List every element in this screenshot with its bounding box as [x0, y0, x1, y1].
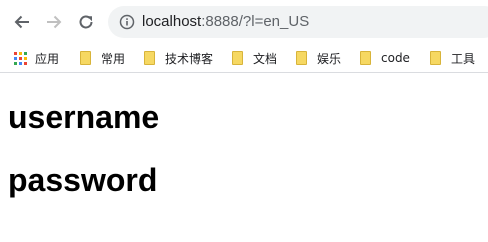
- bookmark-label: code: [381, 51, 410, 65]
- password-heading: password: [8, 162, 158, 198]
- address-bar[interactable]: localhost:8888/?l=en_US: [108, 6, 488, 38]
- url-host: localhost: [142, 13, 202, 30]
- url-text[interactable]: localhost:8888/?l=en_US: [142, 12, 309, 32]
- bookmark-folder-code[interactable]: code: [360, 48, 410, 68]
- bookmark-label: 娱乐: [317, 51, 342, 66]
- bookmark-label: 文档: [253, 51, 278, 66]
- back-arrow-icon: [14, 15, 29, 29]
- folder-icon: [144, 51, 155, 65]
- reload-icon: [79, 15, 93, 29]
- folder-icon: [360, 51, 371, 65]
- forward-arrow-icon: [47, 15, 62, 29]
- browser-chrome: localhost:8888/?l=en_US 应用 常用 技术博客 文档 娱乐: [0, 0, 488, 73]
- bookmark-apps[interactable]: 应用: [14, 48, 59, 68]
- folder-icon: [430, 51, 441, 65]
- bookmark-folder-tech-blog[interactable]: 技术博客: [144, 48, 213, 68]
- bookmark-label: 常用: [101, 51, 126, 66]
- forward-button[interactable]: [44, 12, 64, 32]
- url-path: :8888/?l=en_US: [201, 13, 310, 30]
- folder-icon: [232, 51, 243, 65]
- info-icon[interactable]: [119, 14, 135, 30]
- bookmarks-bar: 应用 常用 技术博客 文档 娱乐 code 工具: [0, 44, 488, 72]
- bookmark-folder-entertainment[interactable]: 娱乐: [296, 48, 341, 68]
- back-button[interactable]: [12, 12, 32, 32]
- username-heading: username: [8, 99, 160, 135]
- bookmark-label: 应用: [35, 51, 60, 66]
- bookmark-folder-tools[interactable]: 工具: [430, 48, 475, 68]
- bookmark-folder-docs[interactable]: 文档: [232, 48, 277, 68]
- bookmark-label: 技术博客: [165, 51, 214, 66]
- bookmark-folder-common[interactable]: 常用: [80, 48, 125, 68]
- browser-toolbar: localhost:8888/?l=en_US: [0, 0, 488, 44]
- folder-icon: [80, 51, 91, 65]
- folder-icon: [296, 51, 307, 65]
- bookmark-label: 工具: [451, 51, 476, 66]
- reload-button[interactable]: [76, 12, 96, 32]
- apps-icon: [14, 51, 27, 65]
